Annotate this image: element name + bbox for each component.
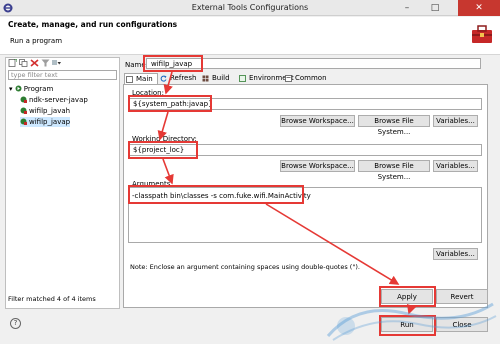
toolbox-icon bbox=[472, 25, 492, 43]
tab-build[interactable]: Build bbox=[201, 73, 237, 84]
external-tool-icon bbox=[20, 96, 27, 103]
filter-input[interactable]: type filter text bbox=[8, 70, 117, 80]
view-menu-icon[interactable] bbox=[52, 59, 61, 67]
arguments-note: Note: Enclose an argument containing spa… bbox=[130, 263, 360, 271]
new-config-icon[interactable] bbox=[8, 59, 17, 67]
working-directory-label: Working Directory: bbox=[132, 135, 197, 143]
location-variables-button[interactable]: Variables... bbox=[433, 115, 478, 127]
location-field[interactable]: ${system_path:javap} bbox=[128, 98, 482, 110]
tree-item-wifilp-javah[interactable]: wifilp_javah bbox=[20, 106, 70, 116]
close-window-button[interactable]: ✕ bbox=[458, 0, 500, 16]
tab-main[interactable]: Main bbox=[124, 73, 158, 84]
tree-item-wifilp-javap[interactable]: wifilp_javap bbox=[20, 117, 71, 127]
tree-item-label: wifilp_javap bbox=[29, 118, 71, 126]
arguments-textarea[interactable]: -classpath bin\classes -s com.fuke.wifi.… bbox=[128, 187, 482, 243]
tree-item-label: ndk-server-javap bbox=[29, 96, 88, 104]
location-browse-workspace-button[interactable]: Browse Workspace... bbox=[280, 115, 355, 127]
workdir-browse-workspace-button[interactable]: Browse Workspace... bbox=[280, 160, 355, 172]
filter-icon[interactable] bbox=[41, 59, 50, 67]
workdir-variables-button[interactable]: Variables... bbox=[433, 160, 478, 172]
delete-icon[interactable] bbox=[30, 59, 39, 67]
header-title: Create, manage, and run configurations bbox=[8, 20, 178, 29]
header-subtitle: Run a program bbox=[10, 37, 63, 45]
tab-label: Refresh bbox=[170, 74, 197, 82]
name-field[interactable]: wifilp_javap bbox=[146, 58, 481, 69]
tab-label: Main bbox=[136, 75, 153, 83]
tab-common[interactable]: Common bbox=[284, 73, 328, 84]
watermark-logo bbox=[326, 302, 497, 341]
refresh-icon bbox=[160, 75, 167, 82]
arguments-value: -classpath bin\classes -s com.fuke.wifi.… bbox=[132, 192, 311, 200]
tree-item-ndk-server-javap[interactable]: ndk-server-javap bbox=[20, 95, 88, 105]
tab-label: Build bbox=[212, 74, 230, 82]
external-tool-icon bbox=[20, 118, 27, 125]
main-tab-icon bbox=[126, 76, 133, 83]
tree-node-label: Program bbox=[23, 85, 54, 93]
name-label: Name: bbox=[125, 61, 149, 69]
program-icon bbox=[15, 85, 22, 92]
tab-refresh[interactable]: Refresh bbox=[159, 73, 199, 84]
location-label: Location: bbox=[132, 89, 164, 97]
common-icon bbox=[285, 75, 292, 82]
tab-label: Common bbox=[295, 74, 327, 82]
workdir-browse-file-system-button[interactable]: Browse File System... bbox=[358, 160, 430, 181]
expand-arrow-icon[interactable]: ▾ bbox=[9, 85, 13, 93]
arguments-variables-button[interactable]: Variables... bbox=[433, 248, 478, 260]
build-icon bbox=[202, 75, 209, 82]
external-tool-icon bbox=[20, 107, 27, 114]
environment-icon bbox=[239, 75, 246, 82]
filter-status: Filter matched 4 of 4 items bbox=[8, 295, 96, 303]
tree-node-program[interactable]: ▾ Program bbox=[9, 84, 53, 94]
tree-item-label: wifilp_javah bbox=[29, 107, 71, 115]
maximize-button[interactable]: □ bbox=[422, 0, 448, 16]
working-directory-field[interactable]: ${project_loc} bbox=[128, 144, 482, 156]
minimize-button[interactable]: – bbox=[394, 0, 420, 16]
location-browse-file-system-button[interactable]: Browse File System... bbox=[358, 115, 430, 136]
duplicate-icon[interactable] bbox=[19, 59, 28, 67]
help-icon[interactable]: ? bbox=[10, 318, 21, 329]
